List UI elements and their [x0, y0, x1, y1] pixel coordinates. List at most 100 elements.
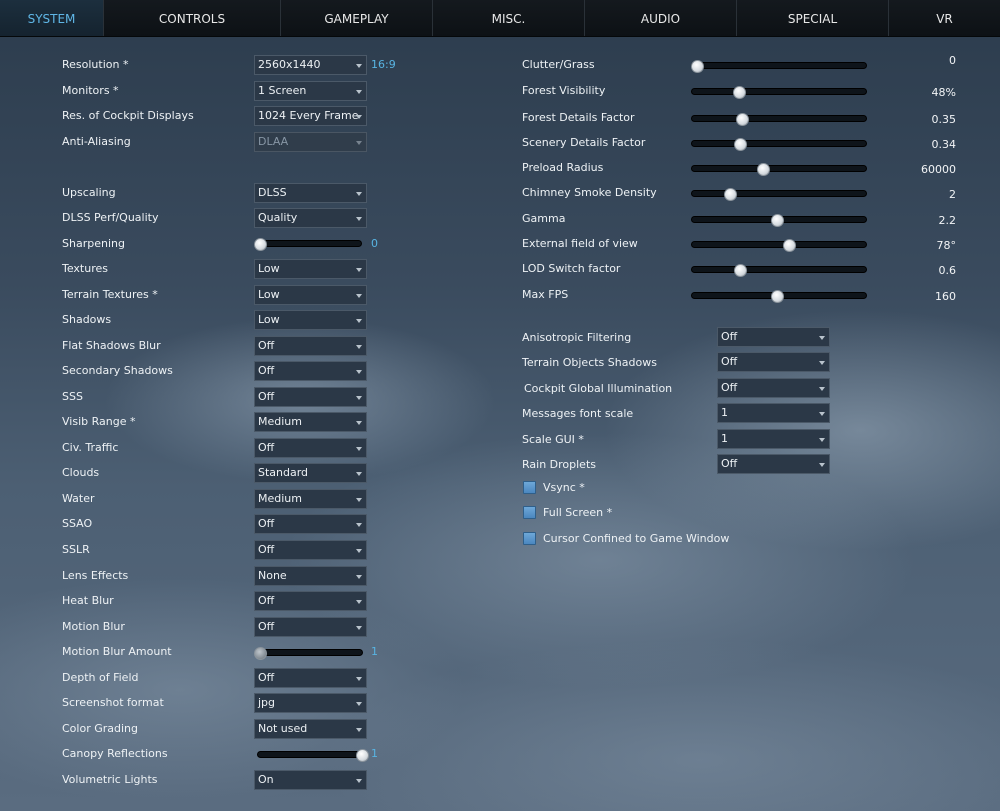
- anisotropic-filtering-dropdown[interactable]: Off: [717, 327, 830, 347]
- depth-of-field-label: Depth of Field: [62, 671, 139, 684]
- tab-gameplay[interactable]: GAMEPLAY: [281, 0, 433, 36]
- heat-blur-dropdown[interactable]: Off: [254, 591, 367, 611]
- sslr-value: Off: [258, 543, 275, 556]
- scenery-details-factor-slider-thumb[interactable]: [734, 138, 747, 151]
- sss-dropdown[interactable]: Off: [254, 387, 367, 407]
- rain-droplets-dropdown[interactable]: Off: [717, 454, 830, 474]
- motion-blur-dropdown[interactable]: Off: [254, 617, 367, 637]
- scale-gui-dropdown[interactable]: 1: [717, 429, 830, 449]
- forest-details-factor-slider-thumb[interactable]: [736, 113, 749, 126]
- canopy-reflections-value: 1: [371, 747, 378, 760]
- clutter-grass-slider-thumb[interactable]: [691, 60, 704, 73]
- vsync-checkbox[interactable]: [523, 481, 536, 494]
- forest-visibility-label: Forest Visibility: [522, 84, 606, 97]
- scenery-details-factor-slider[interactable]: [691, 138, 867, 151]
- screenshot-format-dropdown[interactable]: jpg: [254, 693, 367, 713]
- shadows-dropdown[interactable]: Low: [254, 310, 367, 330]
- lod-switch-factor-slider[interactable]: [691, 264, 867, 277]
- cockpit-displays-dropdown[interactable]: 1024 Every Frame: [254, 106, 367, 126]
- chevron-down-icon: [356, 141, 362, 145]
- depth-of-field-dropdown[interactable]: Off: [254, 668, 367, 688]
- rain-droplets-value: Off: [721, 457, 738, 470]
- chevron-down-icon: [356, 115, 362, 119]
- dlss-quality-dropdown[interactable]: Quality: [254, 208, 367, 228]
- visib-range-dropdown[interactable]: Medium: [254, 412, 367, 432]
- canopy-reflections-slider-thumb[interactable]: [356, 749, 369, 762]
- lod-switch-factor-label: LOD Switch factor: [522, 262, 621, 275]
- sharpening-slider-thumb[interactable]: [254, 238, 267, 251]
- terrain-textures-dropdown[interactable]: Low: [254, 285, 367, 305]
- messages-font-scale-dropdown[interactable]: 1: [717, 403, 830, 423]
- lens-effects-value: None: [258, 569, 287, 582]
- preload-radius-slider[interactable]: [691, 163, 867, 176]
- canopy-reflections-slider[interactable]: [257, 749, 369, 762]
- motion-blur-amount-slider[interactable]: [254, 647, 363, 660]
- upscaling-value: DLSS: [258, 186, 287, 199]
- preload-radius-value: 60000: [921, 163, 956, 176]
- chevron-down-icon: [356, 498, 362, 502]
- volumetric-lights-dropdown[interactable]: On: [254, 770, 367, 790]
- clutter-grass-slider[interactable]: [691, 60, 867, 73]
- forest-details-factor-slider[interactable]: [691, 113, 867, 126]
- tab-controls[interactable]: CONTROLS: [104, 0, 281, 36]
- monitors-dropdown[interactable]: 1 Screen: [254, 81, 367, 101]
- resolution-dropdown[interactable]: 2560x1440: [254, 55, 367, 75]
- motion-blur-amount-value: 1: [371, 645, 378, 658]
- motion-blur-amount-slider-thumb[interactable]: [254, 647, 267, 660]
- tab-misc[interactable]: MISC.: [433, 0, 585, 36]
- anisotropic-filtering-value: Off: [721, 330, 738, 343]
- textures-value: Low: [258, 262, 280, 275]
- depth-of-field-value: Off: [258, 671, 275, 684]
- ssao-value: Off: [258, 517, 275, 530]
- civ-traffic-dropdown[interactable]: Off: [254, 438, 367, 458]
- monitors-value: 1 Screen: [258, 84, 307, 97]
- tab-audio[interactable]: AUDIO: [585, 0, 737, 36]
- color-grading-dropdown[interactable]: Not used: [254, 719, 367, 739]
- full-screen-checkbox[interactable]: [523, 506, 536, 519]
- chevron-down-icon: [356, 549, 362, 553]
- sslr-dropdown[interactable]: Off: [254, 540, 367, 560]
- cockpit-gi-dropdown[interactable]: Off: [717, 378, 830, 398]
- flat-shadows-blur-dropdown[interactable]: Off: [254, 336, 367, 356]
- max-fps-slider-thumb[interactable]: [771, 290, 784, 303]
- external-fov-slider-thumb[interactable]: [783, 239, 796, 252]
- terrain-textures-label: Terrain Textures *: [62, 288, 158, 301]
- preload-radius-slider-thumb[interactable]: [757, 163, 770, 176]
- chevron-down-icon: [356, 421, 362, 425]
- max-fps-slider[interactable]: [691, 290, 867, 303]
- heat-blur-value: Off: [258, 594, 275, 607]
- chimney-smoke-density-slider[interactable]: [691, 188, 867, 201]
- tab-vr[interactable]: VR: [889, 0, 1000, 36]
- secondary-shadows-value: Off: [258, 364, 275, 377]
- upscaling-dropdown[interactable]: DLSS: [254, 183, 367, 203]
- water-value: Medium: [258, 492, 302, 505]
- civ-traffic-label: Civ. Traffic: [62, 441, 119, 454]
- chevron-down-icon: [356, 192, 362, 196]
- cursor-confined-checkbox[interactable]: [523, 532, 536, 545]
- civ-traffic-value: Off: [258, 441, 275, 454]
- chimney-smoke-density-slider-thumb[interactable]: [724, 188, 737, 201]
- chevron-down-icon: [356, 523, 362, 527]
- secondary-shadows-dropdown[interactable]: Off: [254, 361, 367, 381]
- lod-switch-factor-slider-thumb[interactable]: [734, 264, 747, 277]
- chevron-down-icon: [819, 412, 825, 416]
- tab-system[interactable]: SYSTEM: [0, 0, 104, 36]
- lod-switch-factor-value: 0.6: [938, 264, 957, 277]
- messages-font-scale-label: Messages font scale: [522, 407, 634, 420]
- screenshot-format-value: jpg: [258, 696, 276, 709]
- gamma-slider-thumb[interactable]: [771, 214, 784, 227]
- sharpening-slider[interactable]: [254, 238, 362, 251]
- forest-visibility-slider[interactable]: [691, 86, 867, 99]
- forest-visibility-slider-thumb[interactable]: [733, 86, 746, 99]
- external-fov-slider[interactable]: [691, 239, 867, 252]
- ssao-dropdown[interactable]: Off: [254, 514, 367, 534]
- lens-effects-dropdown[interactable]: None: [254, 566, 367, 586]
- gamma-slider[interactable]: [691, 214, 867, 227]
- terrain-objects-shadows-dropdown[interactable]: Off: [717, 352, 830, 372]
- clouds-dropdown[interactable]: Standard: [254, 463, 367, 483]
- textures-dropdown[interactable]: Low: [254, 259, 367, 279]
- chevron-down-icon: [356, 677, 362, 681]
- aspect-ratio-text: 16:9: [371, 58, 396, 71]
- water-dropdown[interactable]: Medium: [254, 489, 367, 509]
- tab-special[interactable]: SPECIAL: [737, 0, 889, 36]
